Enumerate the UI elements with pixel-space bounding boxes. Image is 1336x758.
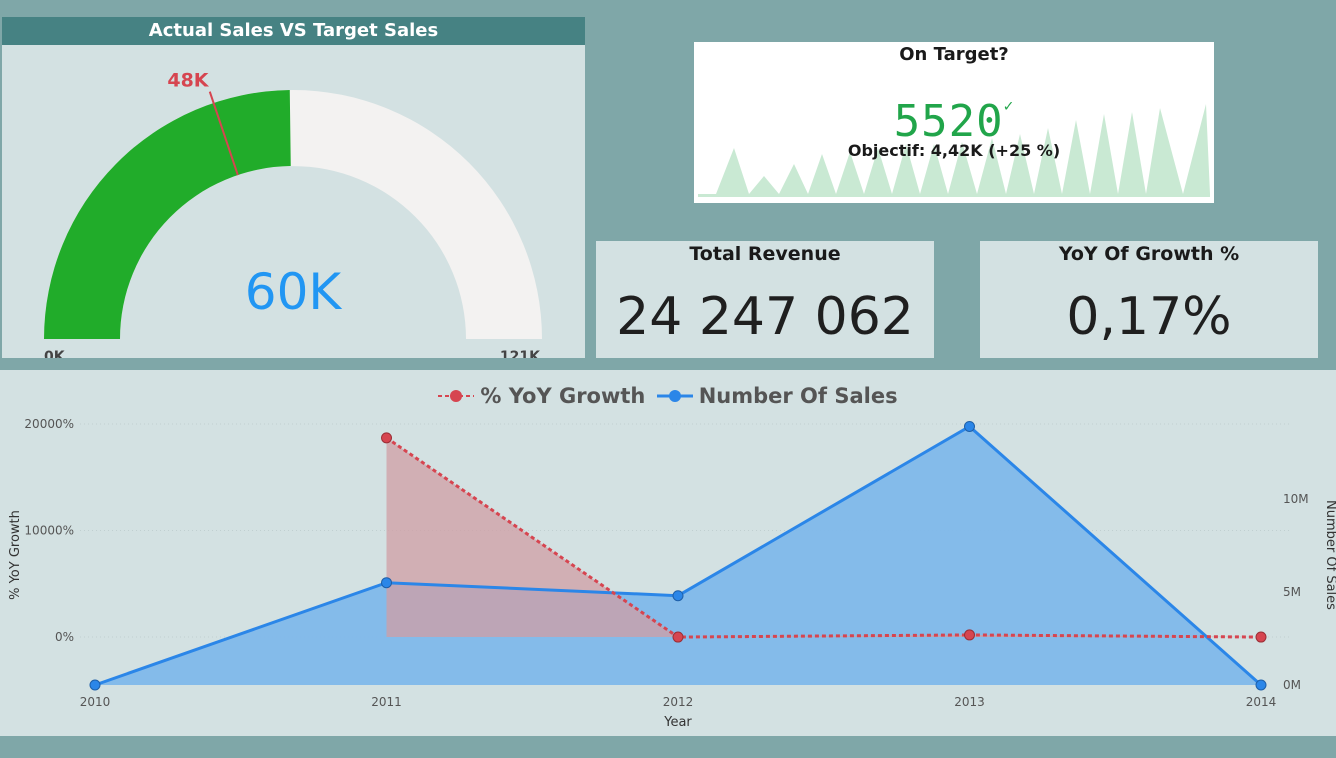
legend-sales-marker-icon [656, 390, 693, 402]
y-left-tick-label: 10000% [24, 524, 74, 538]
sales-point [89, 679, 101, 691]
sales-point [381, 577, 392, 589]
x-tick-label: 2011 [371, 695, 402, 709]
x-axis-title: Year [663, 715, 692, 730]
gauge-target-label: 48K [167, 69, 209, 91]
x-tick-label: 2013 [954, 695, 985, 709]
y-right-tick-label: 10M [1283, 492, 1309, 506]
sales-point [964, 420, 975, 432]
gauge-max-label: 121K [500, 349, 541, 358]
total-revenue-title: Total Revenue [689, 243, 841, 265]
yoy-point [672, 631, 684, 643]
y-right-tick-label: 5M [1283, 585, 1301, 599]
sales-area [95, 426, 1261, 685]
total-revenue-card: Total Revenue 24 247 062 [596, 241, 934, 358]
gauge-min-label: 0K [44, 349, 66, 358]
y-left-tick-label: 20000% [24, 417, 74, 431]
yoy-growth-card: YoY Of Growth % 0,17% [980, 241, 1318, 358]
legend-sales-label: Number Of Sales [698, 384, 898, 408]
legend-yoy-marker-icon [438, 390, 475, 402]
legend-yoy-label: % YoY Growth [480, 384, 646, 408]
gauge-chart: 48K 60K 0K 121K [44, 69, 542, 358]
on-target-value: 5520✓ [694, 96, 1214, 147]
on-target-number: 5520 [893, 96, 1004, 147]
yoy-growth-title: YoY Of Growth % [1058, 243, 1240, 265]
x-tick-label: 2014 [1246, 695, 1277, 709]
yoy-growth-value: 0,17% [1066, 287, 1232, 347]
gauge-title: Actual Sales VS Target Sales [2, 17, 585, 45]
combo-chart: 20000% 10000% 0% 10M 5M 0M 2010 2011 2012 2013 201… [8, 417, 1336, 730]
sales-point [672, 590, 684, 602]
yoy-point [964, 629, 975, 641]
on-target-title: On Target? [899, 44, 1009, 65]
check-icon: ✓ [1003, 96, 1015, 115]
yoy-point [1255, 631, 1267, 643]
total-revenue-value: 24 247 062 [616, 287, 914, 347]
chart-legend: % YoY Growth Number Of Sales [0, 384, 1336, 408]
y-left-axis-title: % YoY Growth [8, 510, 23, 600]
yoy-sales-chart-card: 20000% 10000% 0% 10M 5M 0M 2010 2011 2012 2013 201… [0, 370, 1336, 736]
gauge-value: 60K [245, 263, 343, 321]
x-tick-label: 2010 [80, 695, 111, 709]
y-left-tick-label: 0% [55, 630, 74, 644]
sales-point [1255, 679, 1267, 691]
gauge-card: Actual Sales VS Target Sales 48K 60K 0K … [2, 17, 585, 358]
on-target-card: On Target? 5520✓ Objectif: 4,42K (+25 %) [694, 42, 1214, 203]
legend-item-sales[interactable]: Number Of Sales [656, 384, 898, 408]
y-right-tick-label: 0M [1283, 678, 1301, 692]
legend-item-yoy[interactable]: % YoY Growth [438, 384, 645, 408]
on-target-goal: Objectif: 4,42K (+25 %) [847, 141, 1061, 160]
yoy-point [381, 432, 392, 444]
x-tick-label: 2012 [663, 695, 694, 709]
y-right-axis-title: Number Of Sales [1323, 500, 1336, 610]
